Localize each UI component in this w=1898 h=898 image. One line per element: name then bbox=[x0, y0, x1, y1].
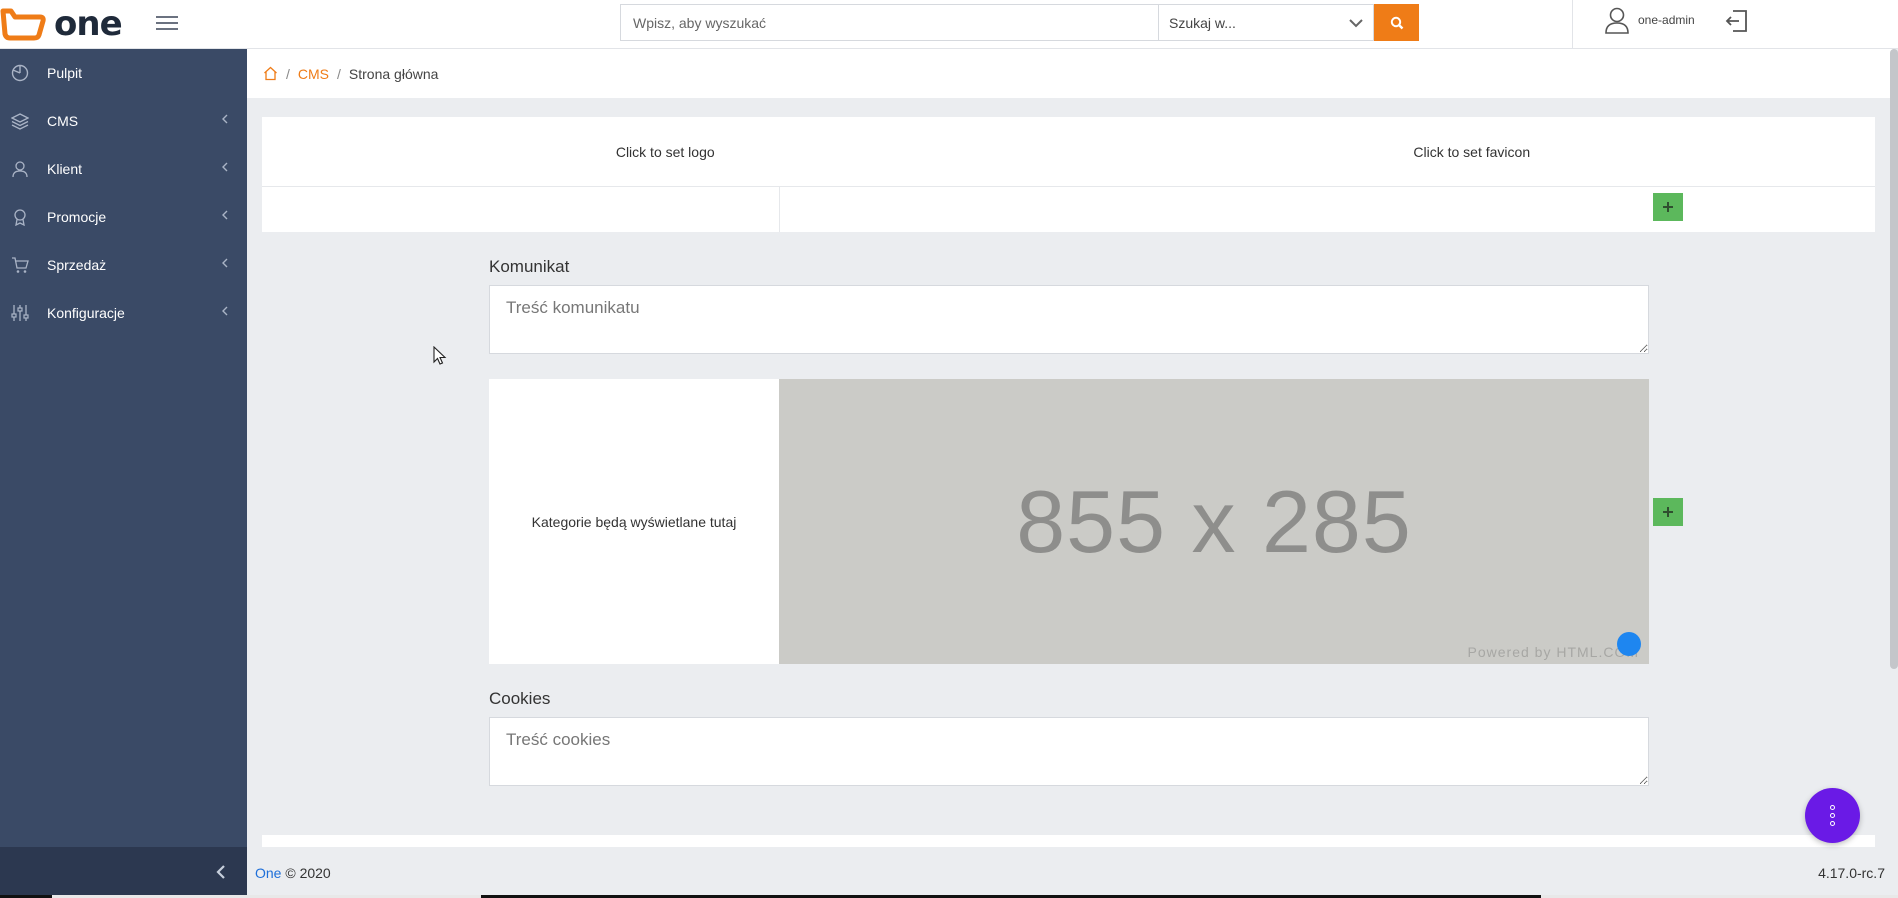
chevron-left-icon bbox=[222, 162, 228, 172]
menu-toggle-icon[interactable] bbox=[156, 12, 178, 32]
breadcrumb-separator: / bbox=[337, 65, 341, 82]
sidebar-item-klient[interactable]: Klient bbox=[0, 145, 247, 193]
search-scope-select[interactable]: Szukaj w... bbox=[1158, 4, 1374, 41]
header-settings-card: Click to set logo Click to set favicon bbox=[262, 117, 1875, 232]
breadcrumb: / CMS / Strona główna bbox=[247, 49, 1893, 98]
sidebar-item-label: Konfiguracje bbox=[47, 305, 125, 321]
next-card-edge bbox=[262, 835, 1875, 847]
search-button[interactable] bbox=[1374, 4, 1419, 41]
sliders-icon bbox=[10, 303, 30, 323]
home-icon[interactable] bbox=[263, 66, 278, 81]
sidebar-item-label: Sprzedaż bbox=[47, 257, 107, 273]
chevron-left-icon bbox=[222, 114, 228, 124]
sidebar-collapse-button[interactable] bbox=[0, 847, 247, 896]
search-icon bbox=[1390, 16, 1403, 29]
chevron-left-icon bbox=[222, 306, 228, 316]
more-dots-icon bbox=[1830, 805, 1835, 810]
banner-image-placeholder[interactable]: 855 x 285 Powered by HTML.COM bbox=[779, 379, 1649, 664]
logout-icon bbox=[1725, 10, 1747, 32]
header-row-left bbox=[262, 187, 780, 232]
logo-text: one bbox=[54, 4, 123, 44]
cookies-textarea[interactable] bbox=[489, 717, 1649, 786]
breadcrumb-current: Strona główna bbox=[348, 65, 439, 82]
page-scrollbar[interactable] bbox=[1890, 49, 1898, 669]
footer-brand-link[interactable]: One bbox=[255, 865, 281, 881]
sidebar-item-label: Klient bbox=[47, 161, 83, 177]
mouse-cursor-icon bbox=[433, 346, 447, 365]
sidebar-item-label: Promocje bbox=[47, 209, 107, 225]
set-logo-label: Click to set logo bbox=[615, 143, 715, 160]
app-logo[interactable]: one bbox=[0, 4, 123, 44]
chevron-left-icon bbox=[222, 210, 228, 220]
search-input[interactable] bbox=[620, 4, 1158, 41]
sidebar-item-label: Pulpit bbox=[47, 65, 83, 81]
sidebar-item-konfiguracje[interactable]: Konfiguracje bbox=[0, 289, 247, 337]
indicator-dot bbox=[1617, 632, 1641, 656]
sidebar-item-promocje[interactable]: Promocje bbox=[0, 193, 247, 241]
user-name: one-admin bbox=[1638, 13, 1695, 27]
set-favicon-area[interactable]: Click to set favicon bbox=[1069, 117, 1876, 186]
breadcrumb-separator: / bbox=[286, 65, 290, 82]
set-logo-area[interactable]: Click to set logo bbox=[262, 117, 1069, 186]
chevron-left-icon bbox=[216, 864, 225, 879]
header-divider bbox=[1572, 0, 1573, 49]
app-version: 4.17.0-rc.7 bbox=[1818, 865, 1885, 881]
user-menu[interactable]: one-admin bbox=[1604, 6, 1695, 34]
top-header: one Szukaj w... one-admin bbox=[0, 0, 1898, 49]
search-bar: Szukaj w... bbox=[620, 4, 1420, 41]
logo-mark-icon bbox=[0, 8, 46, 41]
komunikat-label: Komunikat bbox=[489, 257, 570, 276]
powered-by-text: Powered by HTML.COM bbox=[1467, 644, 1639, 660]
layers-icon bbox=[10, 111, 30, 131]
more-actions-button[interactable] bbox=[1805, 788, 1860, 843]
award-icon bbox=[10, 207, 30, 227]
chevron-left-icon bbox=[222, 258, 228, 268]
more-dots-icon bbox=[1830, 821, 1835, 826]
banner-size-text: 855 x 285 bbox=[1016, 471, 1412, 571]
cart-icon bbox=[10, 255, 30, 275]
sidebar-item-sprzedaz[interactable]: Sprzedaż bbox=[0, 241, 247, 289]
search-scope-label: Szukaj w... bbox=[1169, 14, 1236, 31]
add-banner-button[interactable] bbox=[1653, 498, 1683, 526]
sidebar-item-cms[interactable]: CMS bbox=[0, 97, 247, 145]
sidebar-item-label: CMS bbox=[47, 113, 79, 129]
page-footer: One © 2020 4.17.0-rc.7 bbox=[247, 853, 1893, 893]
categories-text: Kategorie będą wyświetlane tutaj bbox=[531, 513, 737, 530]
categories-placeholder: Kategorie będą wyświetlane tutaj bbox=[489, 379, 779, 664]
users-icon bbox=[10, 159, 30, 179]
set-favicon-label: Click to set favicon bbox=[1413, 143, 1531, 160]
plus-icon bbox=[1662, 506, 1674, 518]
chevron-down-icon bbox=[1349, 18, 1363, 27]
dashboard-icon bbox=[10, 63, 30, 83]
add-header-item-button[interactable] bbox=[1653, 193, 1683, 221]
more-dots-icon bbox=[1830, 813, 1835, 818]
sidebar-item-pulpit[interactable]: Pulpit bbox=[0, 49, 247, 97]
user-icon bbox=[1605, 7, 1629, 34]
komunikat-textarea[interactable] bbox=[489, 285, 1649, 354]
plus-icon bbox=[1662, 201, 1674, 213]
sidebar: Pulpit CMS Klient Promocje Sprzedaż Konf… bbox=[0, 49, 247, 847]
banner-section: Kategorie będą wyświetlane tutaj 855 x 2… bbox=[489, 379, 1649, 664]
footer-copyright: © 2020 bbox=[285, 865, 331, 881]
cookies-label: Cookies bbox=[489, 689, 551, 708]
logout-button[interactable] bbox=[1724, 8, 1750, 39]
breadcrumb-link-cms[interactable]: CMS bbox=[298, 66, 329, 82]
